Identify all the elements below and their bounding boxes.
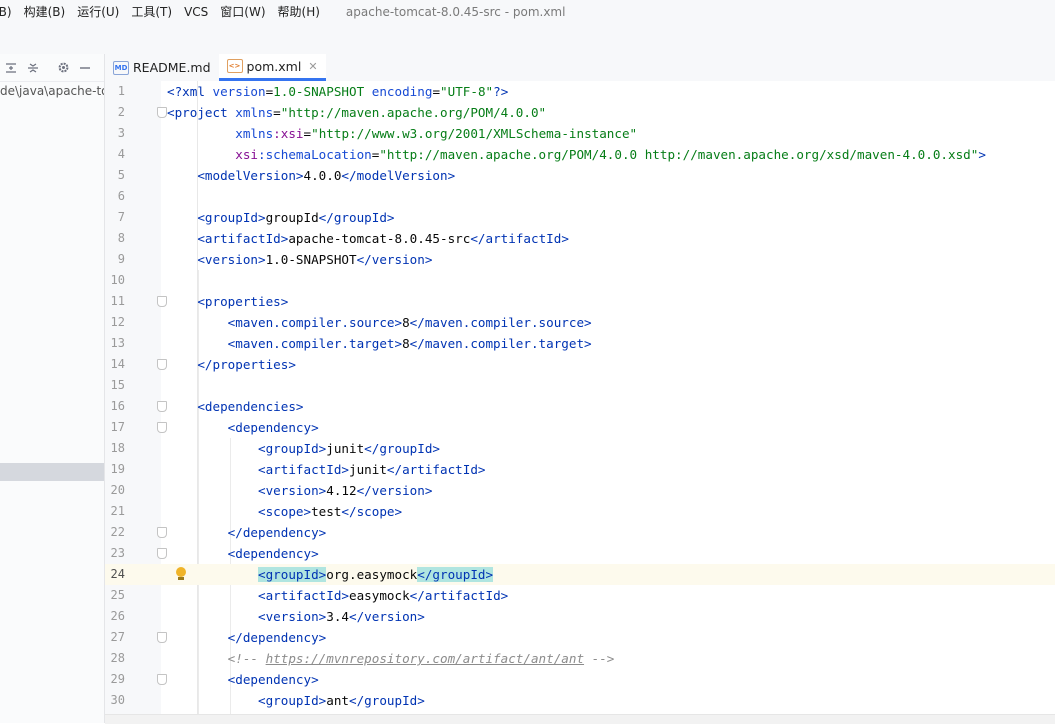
line-number: 7 — [117, 210, 125, 224]
code-line-current: 24 <groupId>org.easymock</groupId> — [105, 564, 1055, 585]
code-line: 25 <artifactId>easymock</artifactId> — [105, 585, 1055, 606]
line-number: 19 — [110, 462, 125, 476]
code-line: 23 <dependency> — [105, 543, 1055, 564]
project-path[interactable]: de\java\apache-to — [0, 84, 104, 98]
close-tab-icon[interactable]: ✕ — [308, 60, 317, 73]
tab-pom[interactable]: <> pom.xml ✕ — [218, 54, 326, 81]
code-line: 6 — [105, 186, 1055, 207]
line-number: 29 — [110, 672, 125, 686]
line-number: 15 — [110, 378, 125, 392]
menu-build[interactable]: 构建(B) — [18, 0, 72, 24]
code-line: 29 <dependency> — [105, 669, 1055, 690]
code-line: 2 <project xmlns="http://maven.apache.or… — [105, 102, 1055, 123]
window-title: apache-tomcat-8.0.45-src - pom.xml — [345, 5, 566, 19]
line-number: 27 — [110, 630, 125, 644]
code-line: 26 <version>3.4</version> — [105, 606, 1055, 627]
code-line: 5 <modelVersion>4.0.0</modelVersion> — [105, 165, 1055, 186]
menu-bar: (B) 构建(B) 运行(U) 工具(T) VCS 窗口(W) 帮助(H) ap… — [0, 0, 1055, 25]
line-number: 10 — [110, 273, 125, 287]
code-line: 30 <groupId>ant</groupId> — [105, 690, 1055, 711]
code-line: 12 <maven.compiler.source>8</maven.compi… — [105, 312, 1055, 333]
fold-marker[interactable] — [157, 107, 167, 118]
code-line: 4 xsi:schemaLocation="http://maven.apach… — [105, 144, 1055, 165]
markdown-file-icon: MD — [113, 60, 129, 75]
line-number: 30 — [110, 693, 125, 707]
line-number: 1 — [117, 84, 125, 98]
code-line: 3 xmlns:xsi="http://www.w3.org/2001/XMLS… — [105, 123, 1055, 144]
line-number: 2 — [117, 105, 125, 119]
code-line: 9 <version>1.0-SNAPSHOT</version> — [105, 249, 1055, 270]
line-number: 17 — [110, 420, 125, 434]
line-number: 25 — [110, 588, 125, 602]
line-number: 3 — [117, 126, 125, 140]
fold-marker[interactable] — [157, 296, 167, 307]
code-line: 18 <groupId>junit</groupId> — [105, 438, 1055, 459]
code-line: 28 <!-- https://mvnrepository.com/artifa… — [105, 648, 1055, 669]
code-line: 8 <artifactId>apache-tomcat-8.0.45-src</… — [105, 228, 1055, 249]
line-number: 22 — [110, 525, 125, 539]
line-number: 13 — [110, 336, 125, 350]
code-line: 1 <?xml version=1.0-SNAPSHOT encoding="U… — [105, 81, 1055, 102]
editor-tabs: MD README.md <> pom.xml ✕ — [105, 54, 1055, 82]
menu-build-partial[interactable]: (B) — [0, 0, 18, 24]
line-number: 9 — [117, 252, 125, 266]
code-line: 22 </dependency> — [105, 522, 1055, 543]
gear-icon[interactable] — [52, 57, 74, 79]
tab-pom-label: pom.xml — [246, 58, 302, 74]
minimize-icon[interactable] — [74, 57, 96, 79]
code-line: 14 </properties> — [105, 354, 1055, 375]
code-line: 21 <scope>test</scope> — [105, 501, 1055, 522]
code-line: 16 <dependencies> — [105, 396, 1055, 417]
project-toolbar — [0, 54, 104, 82]
line-number: 16 — [110, 399, 125, 413]
menu-window[interactable]: 窗口(W) — [214, 0, 271, 24]
menu-run[interactable]: 运行(U) — [71, 0, 125, 24]
code-line: 13 <maven.compiler.target>8</maven.compi… — [105, 333, 1055, 354]
line-number: 24 — [110, 567, 125, 581]
project-panel: de\java\apache-to — [0, 54, 105, 723]
line-number: 20 — [110, 483, 125, 497]
line-number: 28 — [110, 651, 125, 665]
code-line: 20 <version>4.12</version> — [105, 480, 1055, 501]
line-number: 26 — [110, 609, 125, 623]
fold-marker[interactable] — [157, 401, 167, 412]
line-number: 11 — [110, 294, 125, 308]
line-number: 4 — [117, 147, 125, 161]
line-number: 23 — [110, 546, 125, 560]
line-number: 8 — [117, 231, 125, 245]
menu-tools[interactable]: 工具(T) — [125, 0, 178, 24]
main-toolbar — [0, 24, 1055, 55]
code-line: 27 </dependency> — [105, 627, 1055, 648]
fold-marker[interactable] — [157, 422, 167, 433]
code-editor[interactable]: 1 <?xml version=1.0-SNAPSHOT encoding="U… — [105, 81, 1055, 723]
code-line: 7 <groupId>groupId</groupId> — [105, 207, 1055, 228]
selected-tree-row[interactable] — [0, 463, 104, 481]
fold-marker[interactable] — [157, 632, 167, 643]
line-number: 14 — [110, 357, 125, 371]
fold-marker[interactable] — [157, 527, 167, 538]
tab-readme[interactable]: MD README.md — [105, 54, 219, 81]
line-number: 21 — [110, 504, 125, 518]
menu-vcs[interactable]: VCS — [178, 0, 214, 24]
fold-marker[interactable] — [157, 674, 167, 685]
code-line: 11 <properties> — [105, 291, 1055, 312]
fold-marker[interactable] — [157, 548, 167, 559]
line-number: 5 — [117, 168, 125, 182]
line-number: 6 — [117, 189, 125, 203]
line-number: 12 — [110, 315, 125, 329]
code-line: 10 — [105, 270, 1055, 291]
line-number: 18 — [110, 441, 125, 455]
expand-all-icon[interactable] — [0, 57, 22, 79]
xml-file-icon: <> — [226, 59, 243, 73]
tab-readme-label: README.md — [133, 60, 211, 75]
collapse-all-icon[interactable] — [22, 57, 44, 79]
menu-help[interactable]: 帮助(H) — [272, 0, 326, 24]
comment-link[interactable]: https://mvnrepository.com/artifact/ant/a… — [266, 651, 584, 666]
code-line: 17 <dependency> — [105, 417, 1055, 438]
code-line: 15 — [105, 375, 1055, 396]
code-line: 19 <artifactId>junit</artifactId> — [105, 459, 1055, 480]
fold-marker[interactable] — [157, 359, 167, 370]
